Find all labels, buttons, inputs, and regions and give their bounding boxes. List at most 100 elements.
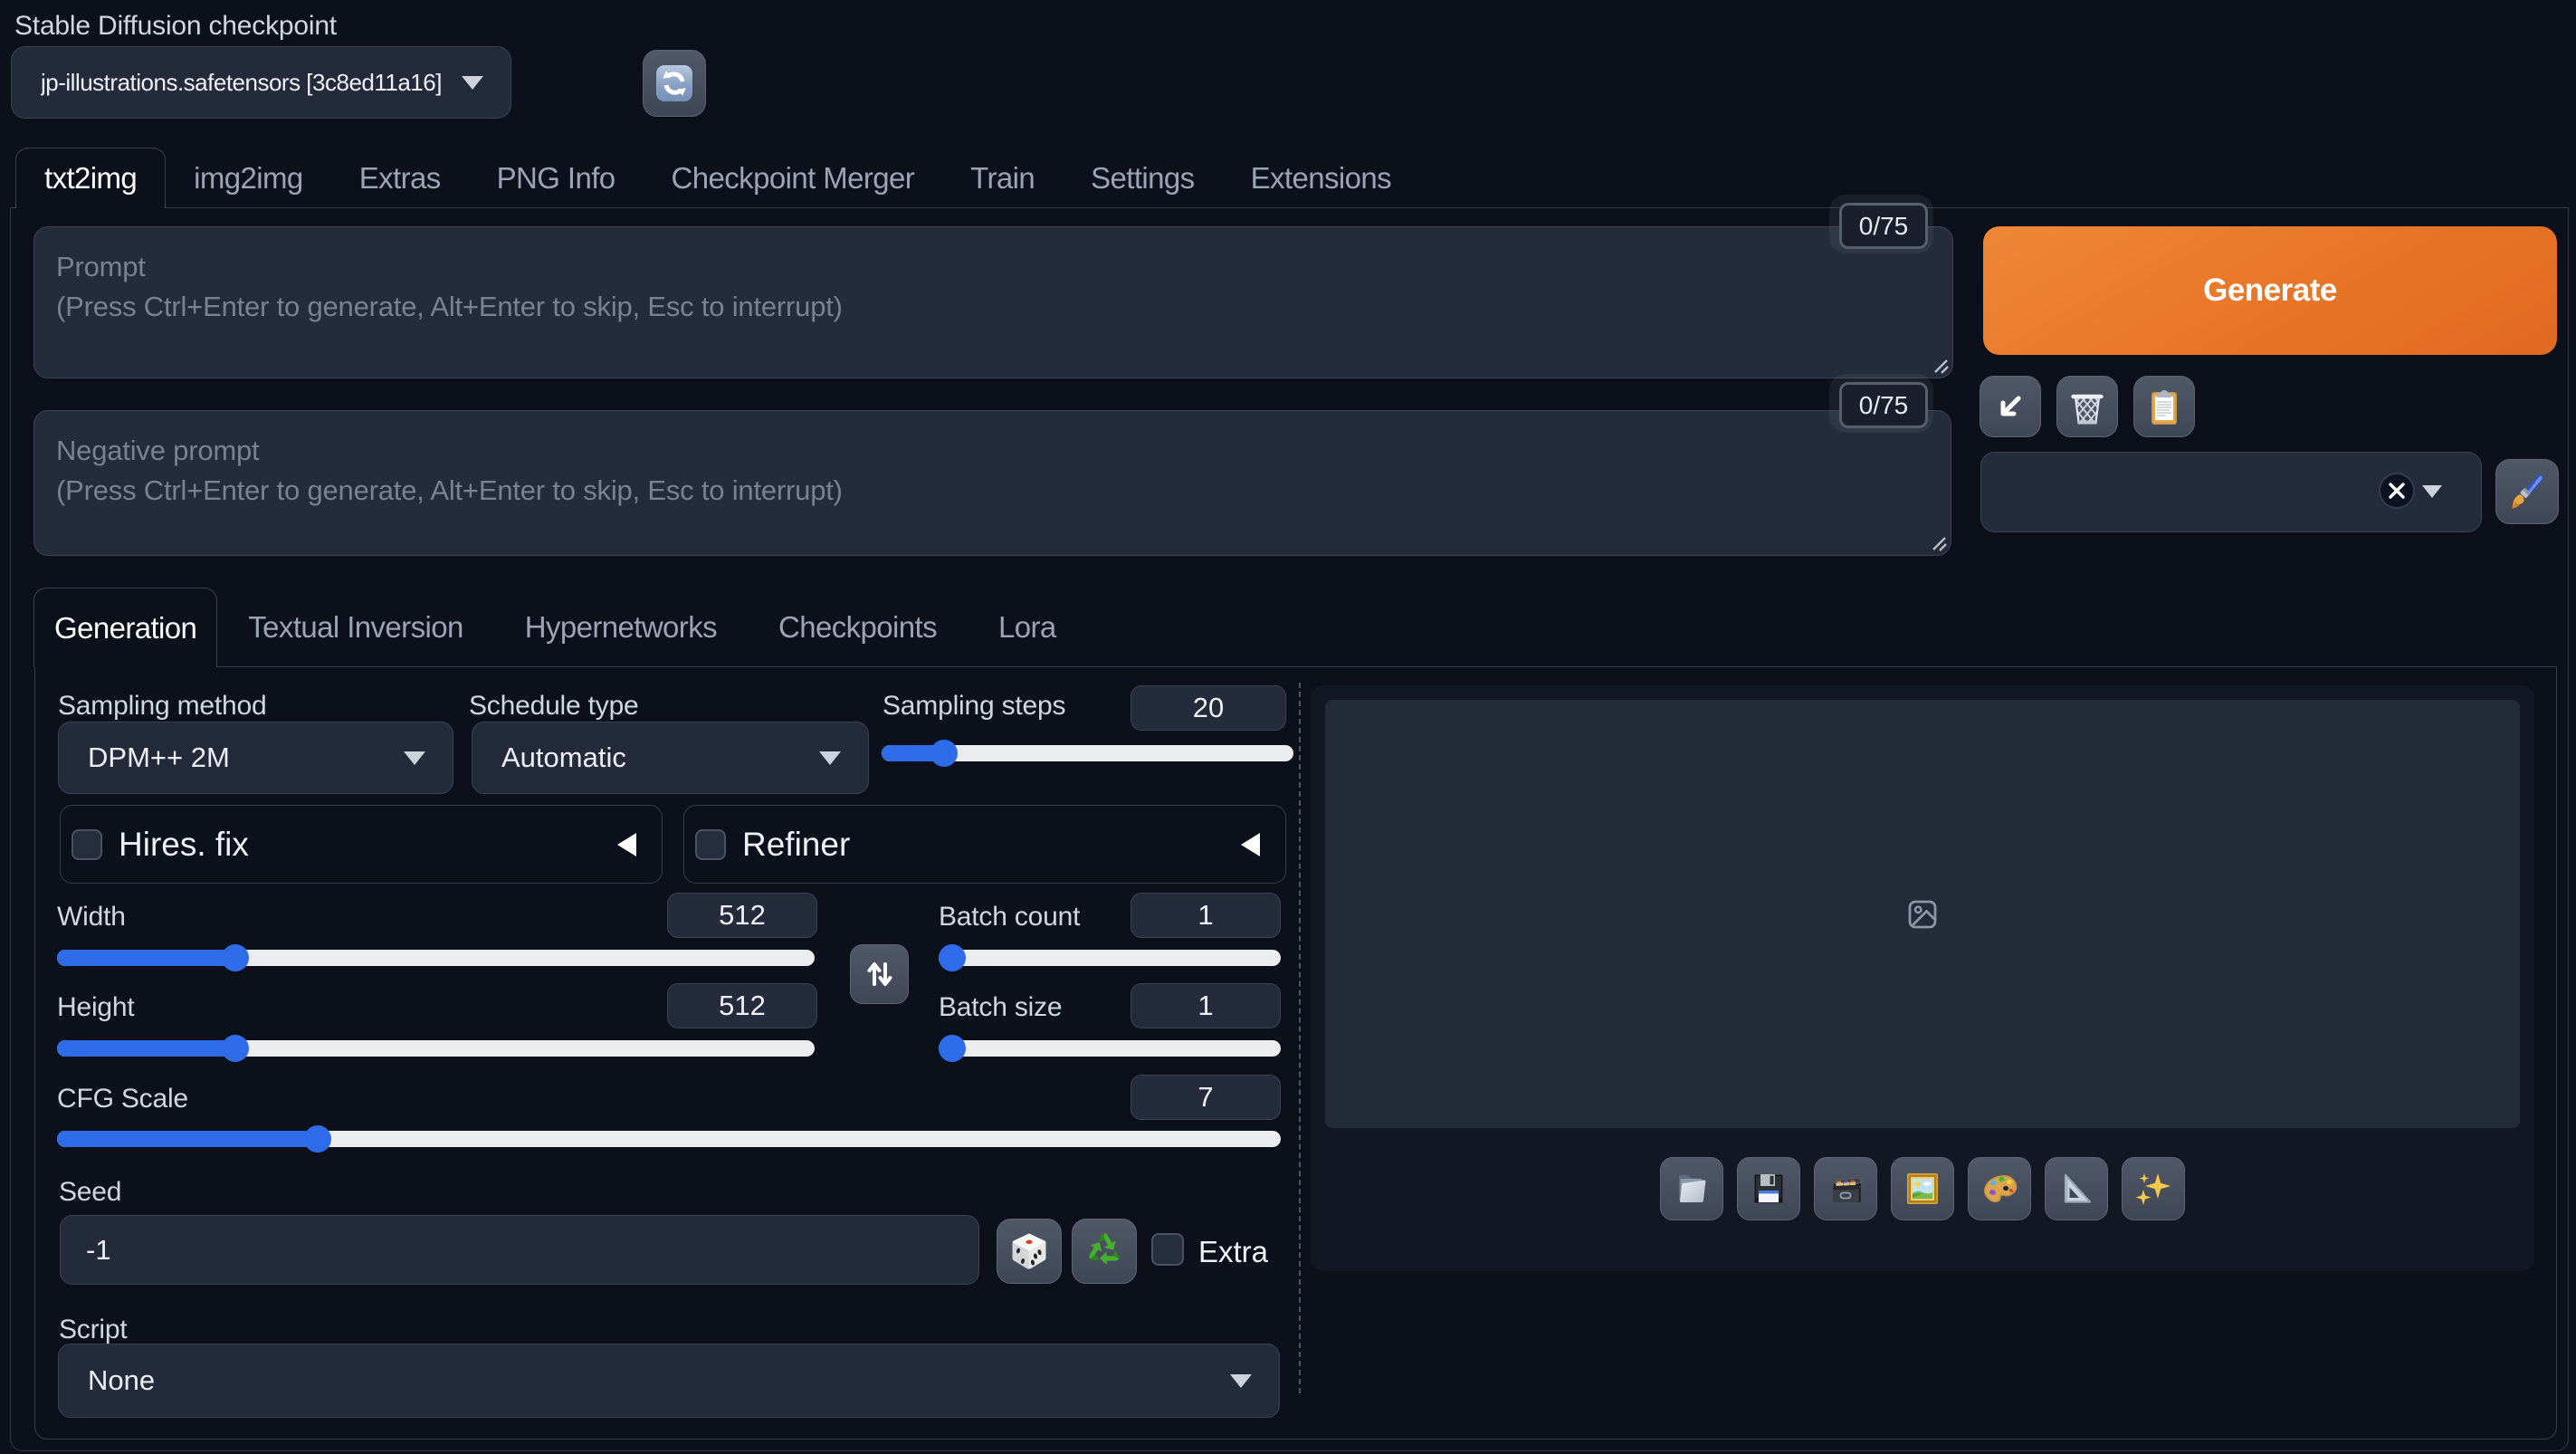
sampling-steps-input[interactable]: 20	[1131, 685, 1286, 731]
tab-txt2img[interactable]: txt2img	[15, 148, 166, 208]
script-dropdown[interactable]: None	[58, 1344, 1280, 1418]
sampling-steps-slider[interactable]	[882, 745, 1293, 761]
tab-train[interactable]: Train	[942, 148, 1063, 208]
width-input[interactable]: 512	[667, 893, 817, 938]
send-to-inpaint-button[interactable]	[1968, 1157, 2031, 1220]
prompt-placeholder-line2: (Press Ctrl+Enter to generate, Alt+Enter…	[56, 287, 1931, 327]
stable-diffusion-webui: Stable Diffusion checkpoint jp-illustrat…	[0, 0, 2576, 1454]
schedule-type-label: Schedule type	[469, 691, 639, 722]
seed-value: -1	[86, 1234, 978, 1267]
batch-count-slider[interactable]	[939, 950, 1281, 966]
gallery-toolbar	[1311, 1157, 2534, 1220]
swap-arrows-icon	[862, 956, 898, 992]
image-placeholder-icon	[1907, 899, 1938, 930]
triangular-ruler-icon	[2056, 1168, 2097, 1210]
reuse-seed-button[interactable]	[1072, 1219, 1137, 1284]
send-to-extras-button[interactable]	[2045, 1157, 2108, 1220]
floppy-disk-icon	[1748, 1168, 1789, 1210]
tab-checkpoint-merger[interactable]: Checkpoint Merger	[644, 148, 943, 208]
apply-styles-button[interactable]	[2495, 459, 2559, 524]
generate-button[interactable]: Generate	[1983, 226, 2557, 355]
slider-fill	[57, 1040, 235, 1057]
clear-styles-button[interactable]	[2379, 473, 2415, 509]
slider-knob[interactable]	[939, 1035, 966, 1062]
script-value: None	[88, 1364, 1230, 1397]
random-seed-button[interactable]	[997, 1219, 1062, 1284]
open-folder-button[interactable]	[1660, 1157, 1723, 1220]
height-input[interactable]: 512	[667, 983, 817, 1028]
chevron-down-icon	[404, 751, 425, 765]
slider-knob[interactable]	[930, 740, 958, 767]
batch-size-label: Batch size	[939, 992, 1062, 1023]
extra-seed-label: Extra	[1198, 1235, 1268, 1269]
hires-fix-accordion[interactable]: Hires. fix	[60, 805, 663, 884]
result-image-area[interactable]	[1325, 700, 2520, 1128]
refiner-checkbox[interactable]	[695, 829, 726, 860]
cfg-scale-slider[interactable]	[57, 1131, 1281, 1147]
styles-chevron-down-icon[interactable]	[2422, 485, 2442, 498]
open-folder-icon	[1671, 1168, 1713, 1210]
slider-knob[interactable]	[222, 1035, 249, 1062]
tab-png-info[interactable]: PNG Info	[469, 148, 644, 208]
extra-seed-checkbox[interactable]	[1151, 1233, 1184, 1266]
restore-progress-button[interactable]	[1980, 376, 2041, 437]
tab-generation[interactable]: Generation	[33, 588, 217, 667]
slider-knob[interactable]	[939, 944, 966, 971]
tab-extras[interactable]: Extras	[331, 148, 469, 208]
chevron-down-icon	[462, 76, 483, 90]
slider-knob[interactable]	[222, 944, 249, 971]
prompt-token-counter: 0/75	[1839, 203, 1928, 249]
tab-textual-inversion[interactable]: Textual Inversion	[217, 588, 493, 667]
accordion-arrow-icon	[1241, 833, 1260, 856]
hires-fix-checkbox[interactable]	[72, 829, 102, 860]
checkpoint-value: jp-illustrations.safetensors [3c8ed11a16…	[41, 69, 462, 97]
main-tab-bar: txt2img img2img Extras PNG Info Checkpoi…	[15, 148, 1419, 208]
clear-prompt-button[interactable]	[2056, 376, 2118, 437]
checkpoint-label: Stable Diffusion checkpoint	[14, 11, 337, 42]
tab-img2img[interactable]: img2img	[166, 148, 331, 208]
cfg-scale-input[interactable]: 7	[1131, 1075, 1281, 1120]
seed-label: Seed	[59, 1177, 121, 1208]
upscale-button[interactable]	[2122, 1157, 2185, 1220]
refresh-checkpoints-button[interactable]	[643, 50, 706, 117]
negative-prompt-placeholder-line2: (Press Ctrl+Enter to generate, Alt+Enter…	[56, 471, 1929, 511]
negative-prompt-textarea[interactable]: Negative prompt (Press Ctrl+Enter to gen…	[33, 410, 1951, 556]
sampling-steps-label: Sampling steps	[883, 691, 1065, 722]
schedule-type-dropdown[interactable]: Automatic	[472, 722, 869, 794]
negative-token-counter: 0/75	[1839, 382, 1928, 428]
chevron-down-icon	[819, 751, 841, 765]
send-to-img2img-button[interactable]	[1891, 1157, 1954, 1220]
seed-input[interactable]: -1	[60, 1215, 979, 1285]
refresh-icon	[655, 64, 693, 102]
batch-size-input[interactable]: 1	[1131, 983, 1281, 1028]
resize-handle-icon[interactable]	[1932, 358, 1950, 375]
tab-checkpoints[interactable]: Checkpoints	[748, 588, 968, 667]
tab-hypernetworks[interactable]: Hypernetworks	[494, 588, 748, 667]
sampling-method-dropdown[interactable]: DPM++ 2M	[58, 722, 453, 794]
clipboard-icon	[2144, 387, 2184, 426]
batch-count-input[interactable]: 1	[1131, 893, 1281, 938]
script-label: Script	[59, 1315, 128, 1345]
save-zip-button[interactable]	[1814, 1157, 1877, 1220]
batch-size-slider[interactable]	[939, 1040, 1281, 1057]
checkpoint-dropdown[interactable]: jp-illustrations.safetensors [3c8ed11a16…	[11, 46, 511, 119]
height-slider[interactable]	[57, 1040, 815, 1057]
card-file-box-icon	[1825, 1168, 1866, 1210]
swap-dimensions-button[interactable]	[850, 944, 909, 1004]
tab-lora[interactable]: Lora	[968, 588, 1087, 667]
paste-params-button[interactable]	[2133, 376, 2195, 437]
refiner-accordion[interactable]: Refiner	[683, 805, 1286, 884]
palette-icon	[1979, 1168, 2020, 1210]
chevron-down-icon	[1230, 1374, 1252, 1388]
paintbrush-icon	[2504, 469, 2550, 514]
width-slider[interactable]	[57, 950, 815, 966]
save-image-button[interactable]	[1737, 1157, 1800, 1220]
tab-settings[interactable]: Settings	[1063, 148, 1222, 208]
tab-extensions[interactable]: Extensions	[1223, 148, 1419, 208]
prompt-textarea[interactable]: Prompt (Press Ctrl+Enter to generate, Al…	[33, 226, 1953, 378]
recycle-icon	[1083, 1230, 1125, 1272]
framed-picture-icon	[1902, 1168, 1943, 1210]
resize-handle-icon[interactable]	[1931, 535, 1948, 552]
slider-fill	[57, 950, 235, 966]
slider-knob[interactable]	[304, 1125, 331, 1153]
